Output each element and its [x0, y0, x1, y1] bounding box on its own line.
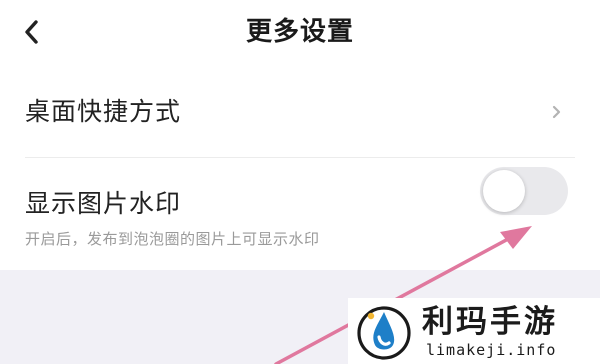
toggle-knob: [483, 170, 525, 212]
desktop-shortcut-row[interactable]: 桌面快捷方式: [0, 66, 600, 158]
page-title: 更多设置: [245, 17, 354, 47]
nav-header: 更多设置: [0, 0, 600, 66]
settings-screen: 更多设置 桌面快捷方式 显示图片水印 开启后，发布到泡泡圈的图片上可显示水印 利…: [0, 0, 600, 364]
chevron-right-icon: [552, 105, 561, 119]
settings-list: 桌面快捷方式 显示图片水印 开启后，发布到泡泡圈的图片上可显示水印: [0, 66, 600, 270]
image-watermark-description: 开启后，发布到泡泡圈的图片上可显示水印: [25, 230, 320, 248]
site-watermark-domain: limakeji.info: [426, 341, 557, 359]
water-drop-logo-icon: [357, 306, 411, 360]
site-watermark: 利玛手游 limakeji.info: [348, 298, 600, 364]
image-watermark-toggle[interactable]: [480, 167, 568, 215]
site-watermark-name: 利玛手游: [422, 304, 558, 340]
image-watermark-label: 显示图片水印: [25, 189, 182, 218]
desktop-shortcut-label: 桌面快捷方式: [25, 97, 182, 126]
